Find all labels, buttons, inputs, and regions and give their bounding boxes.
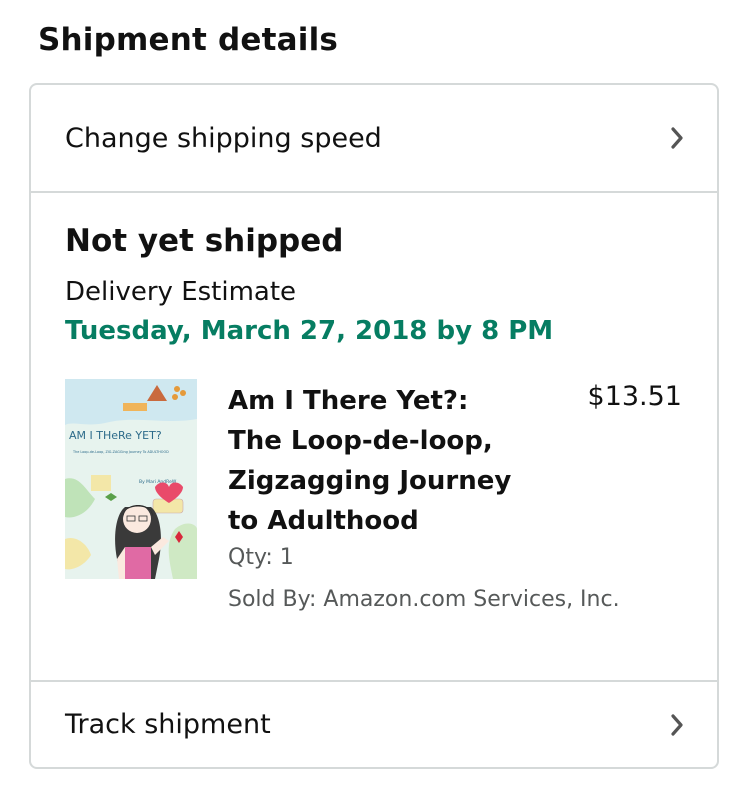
item-seller: Sold By: Amazon.com Services, Inc. [228,587,620,612]
item-price: $13.51 [587,381,682,412]
shipment-card: Change shipping speed Not yet shipped De… [29,83,719,769]
shipment-status: Not yet shipped [65,223,344,259]
change-shipping-speed-button[interactable]: Change shipping speed [31,85,717,193]
page-title: Shipment details [38,22,339,58]
book-cover-image[interactable]: AM I THeRe YET? The Loop-de-Loop, ZIG-ZA… [65,379,197,579]
track-shipment-button[interactable]: Track shipment [31,680,717,767]
cover-title: AM I THeRe YET? [69,429,162,442]
item-title[interactable]: Am I There Yet?: The Loop-de-loop, Zigza… [228,381,528,541]
chevron-right-icon [671,713,683,736]
change-shipping-speed-label: Change shipping speed [65,122,382,154]
delivery-estimate-label: Delivery Estimate [65,277,297,307]
track-shipment-label: Track shipment [65,709,271,740]
chevron-right-icon [671,127,683,149]
cover-subtitle: The Loop-de-Loop, ZIG-ZAGGing Journey To… [72,450,169,454]
delivery-estimate-date: Tuesday, March 27, 2018 by 8 PM [65,316,554,346]
item-quantity: Qty: 1 [228,545,294,570]
